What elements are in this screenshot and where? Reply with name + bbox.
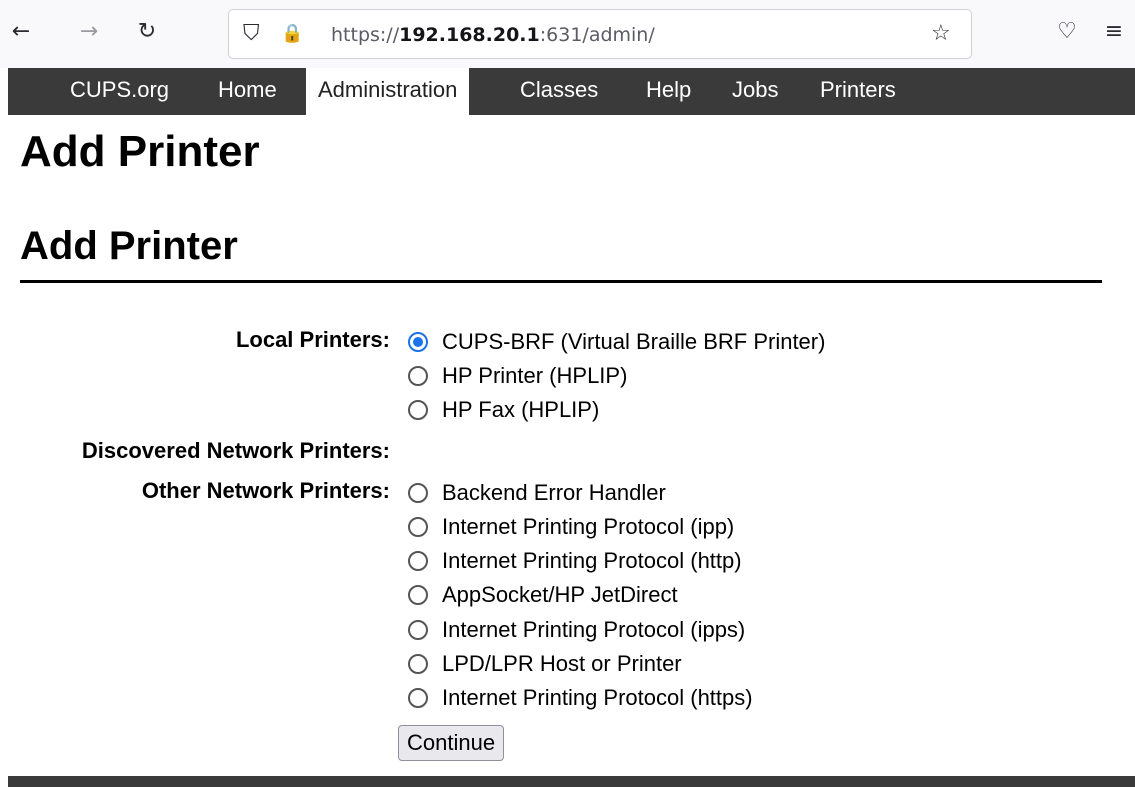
nav-home[interactable]: Home	[206, 68, 289, 115]
radio-option-hp-printer[interactable]: HP Printer (HPLIP)	[408, 361, 627, 391]
radio-option-label: Internet Printing Protocol (ipps)	[442, 617, 746, 642]
forward-icon[interactable]: →	[72, 14, 106, 48]
radio-option-appsocket[interactable]: AppSocket/HP JetDirect	[408, 580, 678, 610]
radio-icon[interactable]	[408, 551, 428, 571]
radio-option-label: Backend Error Handler	[442, 480, 666, 505]
radio-option-http[interactable]: Internet Printing Protocol (http)	[408, 546, 742, 576]
radio-option-label: HP Fax (HPLIP)	[442, 397, 600, 422]
radio-option-label: Internet Printing Protocol (ipp)	[442, 514, 735, 539]
browser-toolbar: ← → ↻ ⛉ 🔒 https://192.168.20.1:631/admin…	[0, 0, 1135, 68]
menu-icon[interactable]: ≡	[1097, 14, 1131, 48]
radio-option-https[interactable]: Internet Printing Protocol (https)	[408, 683, 753, 713]
radio-option-backend-error[interactable]: Backend Error Handler	[408, 478, 666, 508]
footer-bar	[8, 776, 1135, 787]
lock-icon[interactable]: 🔒	[281, 21, 303, 47]
radio-icon[interactable]	[408, 585, 428, 605]
nav-help[interactable]: Help	[634, 68, 703, 115]
radio-checked-icon[interactable]	[408, 332, 428, 352]
continue-button[interactable]: Continue	[398, 725, 505, 761]
radio-option-label: CUPS-BRF (Virtual Braille BRF Printer)	[442, 329, 826, 354]
radio-icon[interactable]	[408, 517, 428, 537]
radio-option-hp-fax[interactable]: HP Fax (HPLIP)	[408, 395, 599, 425]
section-title: Add Printer	[20, 224, 238, 268]
radio-option-label: LPD/LPR Host or Printer	[442, 651, 682, 676]
radio-icon[interactable]	[408, 688, 428, 708]
radio-option-label: HP Printer (HPLIP)	[442, 363, 628, 388]
nav-classes[interactable]: Classes	[508, 68, 610, 115]
reload-icon[interactable]: ↻	[130, 14, 164, 48]
discovered-printers-label: Discovered Network Printers:	[81, 438, 390, 463]
divider	[20, 280, 1102, 283]
url-scheme: https://	[331, 24, 400, 46]
radio-option-label: Internet Printing Protocol (https)	[442, 685, 753, 710]
url-bar[interactable]: ⛉ 🔒 https://192.168.20.1:631/admin/ ☆	[228, 9, 972, 59]
pocket-icon[interactable]: ♡	[1050, 14, 1084, 48]
url-path: :631/admin/	[539, 24, 655, 46]
tracking-shield-icon[interactable]: ⛉	[243, 21, 260, 47]
radio-icon[interactable]	[408, 483, 428, 503]
radio-option-label: AppSocket/HP JetDirect	[442, 582, 678, 607]
radio-option-ipps[interactable]: Internet Printing Protocol (ipps)	[408, 615, 745, 645]
radio-icon[interactable]	[408, 366, 428, 386]
star-icon[interactable]: ☆	[931, 21, 951, 47]
local-printers-label: Local Printers:	[235, 327, 390, 352]
radio-icon[interactable]	[408, 620, 428, 640]
url-host: 192.168.20.1	[399, 24, 540, 46]
back-icon[interactable]: ←	[4, 14, 38, 48]
nav-administration[interactable]: Administration	[306, 68, 470, 115]
radio-icon[interactable]	[408, 400, 428, 420]
other-printers-label: Other Network Printers:	[141, 478, 390, 503]
cups-nav: CUPS.org Home Administration Classes Hel…	[8, 68, 1135, 115]
nav-jobs[interactable]: Jobs	[720, 68, 790, 115]
page-title: Add Printer	[20, 127, 260, 176]
radio-option-cups-brf[interactable]: CUPS-BRF (Virtual Braille BRF Printer)	[408, 327, 825, 357]
url-text[interactable]: https://192.168.20.1:631/admin/	[331, 22, 655, 48]
radio-option-lpd[interactable]: LPD/LPR Host or Printer	[408, 649, 682, 679]
nav-printers[interactable]: Printers	[808, 68, 908, 115]
radio-icon[interactable]	[408, 654, 428, 674]
radio-option-label: Internet Printing Protocol (http)	[442, 548, 742, 573]
radio-option-ipp[interactable]: Internet Printing Protocol (ipp)	[408, 512, 734, 542]
nav-cups-org[interactable]: CUPS.org	[58, 68, 181, 115]
